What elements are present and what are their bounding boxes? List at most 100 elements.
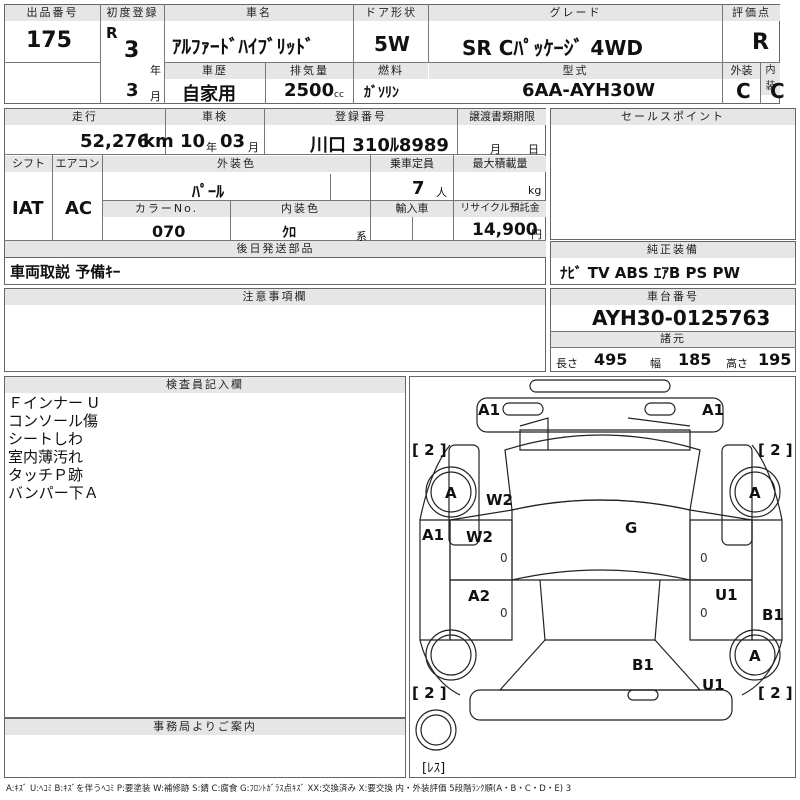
- mark-wheel-a-rr: A: [749, 647, 761, 665]
- mark-w2-lower: W2: [466, 528, 493, 546]
- ext-color: ﾊﾟｰﾙ: [192, 182, 225, 201]
- shift: IAT: [12, 198, 44, 219]
- inspector-label: 検査員記入欄: [5, 377, 405, 393]
- car-name: ｱﾙﾌｧｰﾄﾞﾊｲﾌﾞﾘｯﾄﾞ: [172, 36, 315, 58]
- history-label: 車歴: [165, 63, 265, 79]
- car-diagram: A1 A1 [ 2 ] [ 2 ] A A A W2 G A1 W2 A2 U1…: [412, 379, 793, 776]
- shift-label: シフト: [5, 156, 52, 172]
- mark-a1-front-left: A1: [478, 401, 500, 419]
- height-label: 高さ: [726, 357, 748, 370]
- inspection-year-unit: 年: [206, 141, 217, 154]
- mark-b1-right: B1: [762, 606, 784, 624]
- fuel: ｶﾞｿﾘﾝ: [364, 85, 399, 101]
- width: 185: [678, 350, 712, 369]
- month-unit: 月: [150, 90, 161, 103]
- dimensions-label: 諸元: [551, 331, 795, 347]
- model: 6AA-AYH30W: [522, 80, 656, 101]
- mark-zero: 0: [500, 606, 508, 620]
- reg-month: 3: [126, 80, 139, 101]
- door-label: ドア形状: [354, 5, 428, 21]
- ac: AC: [65, 198, 93, 219]
- recycle-unit: 円: [531, 228, 542, 241]
- year-unit: 年: [150, 64, 161, 77]
- exterior-label: 外装: [723, 63, 760, 79]
- mark-u1-right: U1: [715, 586, 738, 604]
- note-line: タッチＰ跡: [8, 466, 84, 484]
- legend: A:ｷｽﾞ U:ﾍｺﾐ B:ｷｽﾞを伴うﾍｺﾐ P:要塗装 W:補修跡 S:錆 …: [6, 784, 572, 794]
- mark-zero: 0: [700, 606, 708, 620]
- era: R: [106, 24, 118, 42]
- mark-bracket-bl: [ 2 ]: [412, 684, 447, 702]
- score-label: 評価点: [723, 5, 780, 21]
- max-load-unit: kg: [528, 184, 542, 197]
- mark-wheel-a-fl: A: [445, 484, 457, 502]
- mark-a1-front-right: A1: [702, 401, 724, 419]
- color-no: 070: [152, 222, 186, 241]
- door-type: 5W: [374, 32, 410, 56]
- length-label: 長さ: [556, 357, 578, 370]
- capacity: 7: [412, 178, 425, 199]
- mark-bracket-br: [ 2 ]: [758, 684, 793, 702]
- mark-w2-upper: W2: [486, 491, 513, 509]
- mileage: 52,276: [80, 131, 150, 152]
- grade-label: グレード: [429, 5, 722, 21]
- mileage-label: 走行: [5, 109, 165, 125]
- ext-color-label: 外装色: [103, 156, 370, 172]
- first-reg-label: 初度登録: [101, 5, 164, 21]
- later-parts: 車両取説 予備ｷｰ: [10, 263, 121, 281]
- int-color: ｸﾛ: [282, 225, 296, 241]
- note-line: Ｆインナー U: [8, 394, 99, 412]
- inspection-label: 車検: [166, 109, 264, 125]
- inspector-notes: Ｆインナー U コンソール傷 シートしわ 室内薄汚れ タッチＰ跡 バンパー下Ａ: [8, 394, 99, 502]
- note-line: コンソール傷: [8, 412, 99, 430]
- mark-g: G: [625, 519, 637, 537]
- note-line: バンパー下Ａ: [8, 484, 99, 502]
- mark-wheel-a-fr: A: [749, 484, 761, 502]
- note-line: シートしわ: [8, 430, 84, 448]
- inspection-month-unit: 月: [248, 141, 259, 154]
- equipment: ﾅﾋﾞ TV ABS ｴｱB PS PW: [560, 264, 741, 282]
- max-load-label: 最大積載量: [454, 156, 546, 172]
- mark-zero: 0: [500, 551, 508, 565]
- reg-year: 3: [124, 38, 140, 63]
- recycle-fee: 14,900: [472, 220, 538, 240]
- capacity-unit: 人: [436, 186, 447, 199]
- note-line: 室内薄汚れ: [8, 448, 84, 466]
- displacement-unit: cc: [334, 90, 344, 100]
- mark-zero: 0: [700, 551, 708, 565]
- caution-label: 注意事項欄: [5, 289, 545, 305]
- fuel-label: 燃料: [354, 63, 428, 79]
- model-label: 型式: [429, 63, 722, 79]
- int-color-label: 内装色: [231, 201, 370, 217]
- sales-point-label: セールスポイント: [551, 109, 795, 125]
- mark-spare: [ﾚｽ]: [422, 761, 445, 776]
- interior-grade: C: [770, 79, 785, 103]
- import-label: 輸入車: [371, 201, 453, 217]
- mark-u1-rear: U1: [702, 676, 725, 694]
- chassis-label: 車台番号: [551, 289, 795, 305]
- mileage-unit: km: [143, 131, 174, 152]
- width-label: 幅: [650, 357, 661, 370]
- inspection-year: 10: [180, 131, 206, 152]
- car-name-label: 車名: [165, 5, 353, 21]
- transfer-label: 譲渡書類期限: [458, 109, 546, 125]
- mark-a1-side: A1: [422, 526, 444, 544]
- grade: SR Cﾊﾟｯｹｰｼﾞ 4WD: [462, 36, 643, 60]
- capacity-label: 乗車定員: [371, 156, 453, 172]
- mark-b1-rear: B1: [632, 656, 654, 674]
- later-parts-label: 後日発送部品: [5, 241, 546, 257]
- chassis-number: AYH30-0125763: [592, 306, 771, 330]
- reg-number-label: 登録番号: [265, 109, 457, 125]
- recycle-label: リサイクル預託金: [454, 201, 546, 217]
- sales-point-box: [550, 108, 796, 240]
- ac-label: エアコン: [53, 156, 102, 172]
- exterior-grade: C: [736, 79, 751, 103]
- history: 自家用: [182, 84, 236, 105]
- office-label: 事務局よりご案内: [5, 719, 405, 735]
- mark-a2: A2: [468, 587, 490, 605]
- mark-bracket-tl: [ 2 ]: [412, 441, 447, 459]
- length: 495: [594, 350, 628, 369]
- equipment-label: 純正装備: [551, 242, 795, 258]
- height: 195: [758, 350, 792, 369]
- displacement-label: 排気量: [266, 63, 353, 79]
